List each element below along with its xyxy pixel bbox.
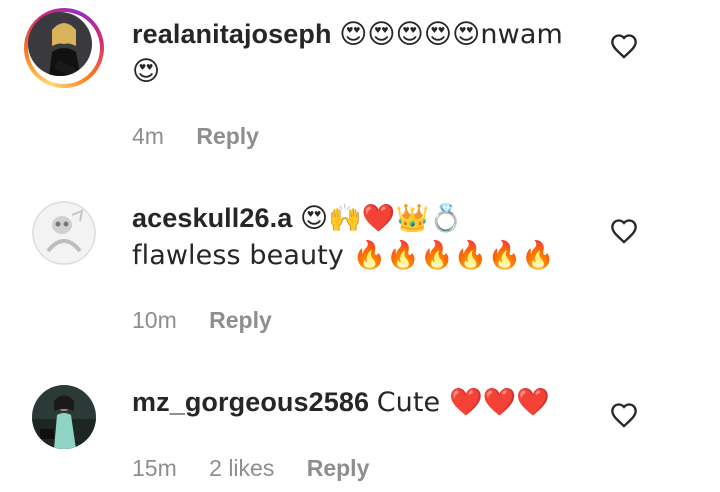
comment-body: mz_gorgeous2586 Cute ❤️❤️❤️ (132, 384, 572, 421)
comment-body: aceskull26.a 😍🙌❤️👑💍 flawless beauty 🔥🔥🔥🔥… (132, 200, 572, 274)
comment-username[interactable]: mz_gorgeous2586 (132, 387, 369, 417)
heart-outline-icon[interactable] (610, 33, 638, 59)
comment-time: 10m (132, 307, 177, 333)
avatar[interactable] (32, 385, 96, 449)
comment-meta: 10m Reply (132, 307, 298, 334)
avatar[interactable] (28, 12, 92, 76)
heart-outline-icon[interactable] (610, 402, 638, 428)
avatar[interactable] (32, 201, 96, 265)
story-ring[interactable] (24, 8, 104, 88)
comment-time: 15m (132, 455, 177, 481)
comment-username[interactable]: aceskull26.a (132, 203, 292, 233)
heart-outline-icon[interactable] (610, 218, 638, 244)
likes-count[interactable]: 2 likes (209, 455, 274, 481)
reply-button[interactable]: Reply (196, 123, 259, 149)
comment-time: 4m (132, 123, 164, 149)
reply-button[interactable]: Reply (307, 455, 370, 481)
comment-meta: 4m Reply (132, 123, 285, 150)
reply-button[interactable]: Reply (209, 307, 272, 333)
comment-text: Cute ❤️❤️❤️ (376, 387, 551, 418)
comment-body: realanitajoseph 😍😍😍😍😍nwam😍 (132, 16, 572, 90)
comment-meta: 15m 2 likes Reply (132, 455, 395, 482)
comment-username[interactable]: realanitajoseph (132, 19, 332, 49)
